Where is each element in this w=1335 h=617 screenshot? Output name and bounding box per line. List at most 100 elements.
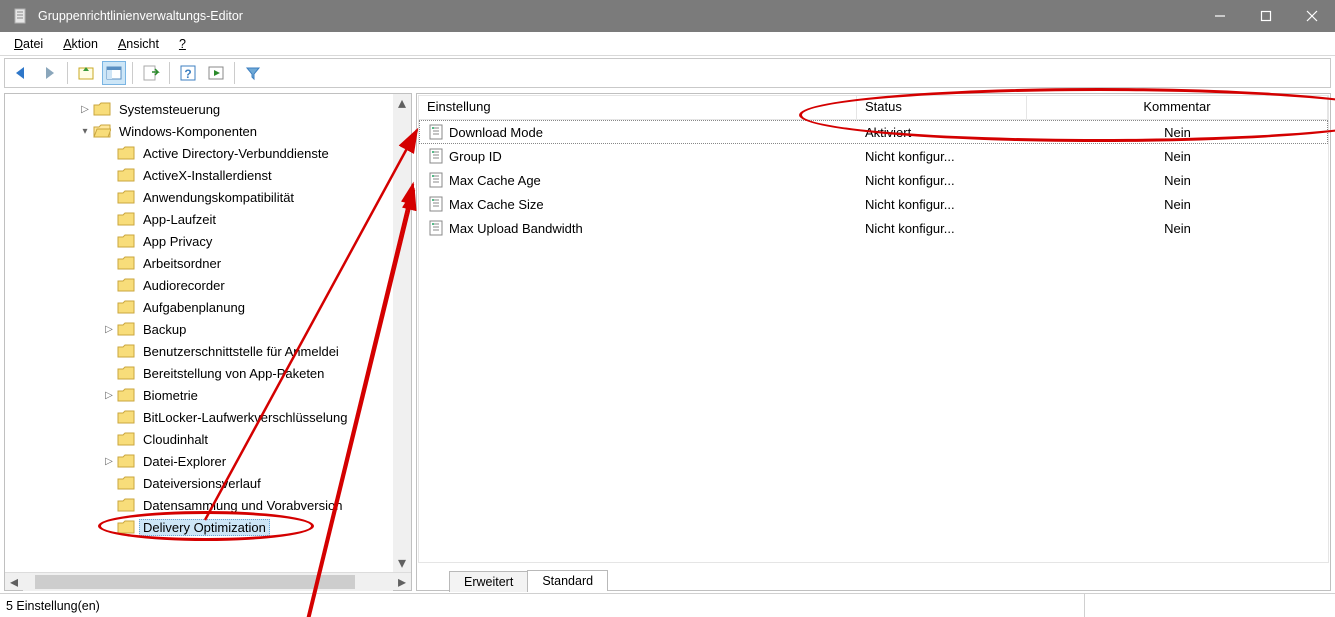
setting-status: Aktiviert (857, 125, 1027, 140)
settings-list[interactable]: Einstellung Status Kommentar Download Mo… (418, 95, 1329, 563)
tree-node[interactable]: App-Laufzeit (5, 208, 411, 230)
col-setting[interactable]: Einstellung (419, 96, 857, 119)
scroll-up-icon[interactable]: ▴ (393, 94, 411, 112)
list-row[interactable]: Group IDNicht konfigur...Nein (419, 144, 1328, 168)
tree-label: App Privacy (139, 234, 216, 249)
folder-icon (117, 343, 135, 359)
folder-icon (117, 365, 135, 381)
folder-icon (117, 277, 135, 293)
folder-icon (117, 409, 135, 425)
tree-label: Backup (139, 322, 190, 337)
tree-node[interactable]: Benutzerschnittstelle für Anmeldei (5, 340, 411, 362)
filter-button[interactable] (241, 61, 265, 85)
tree-node[interactable]: Dateiversionsverlauf (5, 472, 411, 494)
up-button[interactable] (74, 61, 98, 85)
list-row[interactable]: Max Upload BandwidthNicht konfigur...Nei… (419, 216, 1328, 240)
tree-label: Biometrie (139, 388, 202, 403)
folder-icon (117, 167, 135, 183)
list-row[interactable]: Max Cache SizeNicht konfigur...Nein (419, 192, 1328, 216)
policy-icon (427, 124, 445, 140)
col-status[interactable]: Status (857, 96, 1027, 119)
list-row[interactable]: Download ModeAktiviertNein (419, 120, 1328, 144)
expander-icon[interactable]: ▷ (101, 390, 117, 401)
menu-action[interactable]: Aktion (53, 35, 108, 53)
setting-name: Max Cache Age (449, 173, 541, 188)
svg-text:?: ? (184, 67, 191, 81)
policy-tree[interactable]: ▷ Systemsteuerung ▾ Windows-Komponenten … (5, 94, 411, 572)
scroll-down-icon[interactable]: ▾ (393, 554, 411, 572)
toolbar-divider (67, 62, 68, 84)
toolbar-divider (169, 62, 170, 84)
close-button[interactable] (1289, 0, 1335, 32)
setting-comment: Nein (1027, 197, 1328, 212)
tree-label: Windows-Komponenten (115, 124, 261, 139)
tree-node[interactable]: BitLocker-Laufwerkverschlüsselung (5, 406, 411, 428)
tree-label: Bereitstellung von App-Paketen (139, 366, 328, 381)
policy-icon (427, 220, 445, 236)
scroll-right-icon[interactable]: ▸ (393, 573, 411, 591)
tree-node[interactable]: ActiveX-Installerdienst (5, 164, 411, 186)
folder-icon (117, 519, 135, 535)
status-text: 5 Einstellung(en) (0, 594, 1085, 617)
tree-node[interactable]: ▷ Backup (5, 318, 411, 340)
tree-node[interactable]: App Privacy (5, 230, 411, 252)
minimize-button[interactable] (1197, 0, 1243, 32)
tree-node[interactable]: Delivery Optimization (5, 516, 411, 538)
tree-label: Active Directory-Verbunddienste (139, 146, 333, 161)
tab-standard[interactable]: Standard (527, 570, 608, 591)
folder-icon (117, 321, 135, 337)
play-button[interactable] (204, 61, 228, 85)
help-button[interactable]: ? (176, 61, 200, 85)
setting-comment: Nein (1027, 173, 1328, 188)
tree-node[interactable]: Cloudinhalt (5, 428, 411, 450)
tree-node[interactable]: Datensammlung und Vorabversion (5, 494, 411, 516)
toolbar: ? (4, 58, 1331, 88)
setting-status: Nicht konfigur... (857, 149, 1027, 164)
list-row[interactable]: Max Cache AgeNicht konfigur...Nein (419, 168, 1328, 192)
window-title: Gruppenrichtlinienverwaltungs-Editor (38, 9, 1197, 23)
folder-icon (117, 211, 135, 227)
tree-node[interactable]: Bereitstellung von App-Paketen (5, 362, 411, 384)
menu-file[interactable]: Datei (4, 35, 53, 53)
menu-bar: Datei Aktion Ansicht ? (0, 32, 1335, 56)
horizontal-scrollbar[interactable]: ◂ ▸ (5, 572, 411, 590)
tree-node[interactable]: ▷ Biometrie (5, 384, 411, 406)
tree-node-systemsteuerung[interactable]: ▷ Systemsteuerung (5, 98, 411, 120)
expander-icon[interactable]: ▾ (77, 126, 93, 137)
maximize-button[interactable] (1243, 0, 1289, 32)
scroll-thumb[interactable] (35, 575, 355, 589)
vertical-scrollbar[interactable]: ▴ ▾ (393, 94, 411, 572)
back-button[interactable] (9, 61, 33, 85)
menu-help[interactable]: ? (169, 35, 196, 53)
app-icon (10, 6, 30, 26)
expander-icon[interactable]: ▷ (101, 456, 117, 467)
scroll-track[interactable] (23, 573, 393, 591)
expander-icon[interactable]: ▷ (101, 324, 117, 335)
tree-label: Cloudinhalt (139, 432, 212, 447)
expander-icon[interactable]: ▷ (77, 104, 93, 115)
tab-extended[interactable]: Erweitert (449, 571, 528, 592)
tree-node[interactable]: Audiorecorder (5, 274, 411, 296)
tree-label: Systemsteuerung (115, 102, 224, 117)
tree-node[interactable]: Active Directory-Verbunddienste (5, 142, 411, 164)
setting-status: Nicht konfigur... (857, 197, 1027, 212)
col-comment[interactable]: Kommentar (1027, 96, 1328, 119)
tree-label: App-Laufzeit (139, 212, 220, 227)
forward-button[interactable] (37, 61, 61, 85)
folder-icon (117, 497, 135, 513)
tree-node-windows-komponenten[interactable]: ▾ Windows-Komponenten (5, 120, 411, 142)
tree-node[interactable]: ▷Datei-Explorer (5, 450, 411, 472)
show-tree-button[interactable] (102, 61, 126, 85)
export-button[interactable] (139, 61, 163, 85)
scroll-left-icon[interactable]: ◂ (5, 573, 23, 591)
setting-name: Max Upload Bandwidth (449, 221, 583, 236)
menu-view[interactable]: Ansicht (108, 35, 169, 53)
policy-icon (427, 172, 445, 188)
tree-node[interactable]: Anwendungskompatibilität (5, 186, 411, 208)
folder-icon (93, 101, 111, 117)
folder-icon (117, 431, 135, 447)
setting-name: Group ID (449, 149, 502, 164)
tree-node[interactable]: Aufgabenplanung (5, 296, 411, 318)
title-bar: Gruppenrichtlinienverwaltungs-Editor (0, 0, 1335, 32)
tree-node[interactable]: Arbeitsordner (5, 252, 411, 274)
